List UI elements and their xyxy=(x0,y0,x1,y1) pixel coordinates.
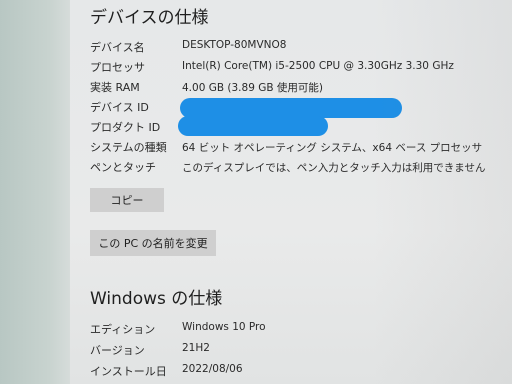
product-id-label: プロダクト ID xyxy=(90,121,161,134)
processor-label: プロセッサ xyxy=(90,61,145,74)
edition-value: Windows 10 Pro xyxy=(182,321,266,333)
side-background xyxy=(0,0,70,384)
device-spec-heading: デバイスの仕様 xyxy=(90,8,209,28)
pen-touch-label: ペンとタッチ xyxy=(90,161,156,174)
product-id-redaction xyxy=(178,116,328,136)
install-date-value: 2022/08/06 xyxy=(182,363,243,375)
processor-value: Intel(R) Core(TM) i5-2500 CPU @ 3.30GHz … xyxy=(182,60,454,72)
edition-label: エディション xyxy=(90,323,156,336)
ram-value: 4.00 GB (3.89 GB 使用可能) xyxy=(182,82,323,94)
device-name-value: DESKTOP-80MVNO8 xyxy=(182,39,287,51)
install-date-label: インストール日 xyxy=(90,365,167,378)
system-type-label: システムの種類 xyxy=(90,141,167,154)
version-value: 21H2 xyxy=(182,342,210,354)
system-type-value: 64 ビット オペレーティング システム、x64 ベース プロセッサ xyxy=(182,142,483,154)
device-id-redaction xyxy=(180,98,402,118)
rename-pc-button[interactable]: この PC の名前を変更 xyxy=(90,230,216,256)
version-label: バージョン xyxy=(90,344,145,357)
copy-button[interactable]: コピー xyxy=(90,188,164,212)
device-name-label: デバイス名 xyxy=(90,41,145,54)
windows-spec-heading: Windows の仕様 xyxy=(90,289,223,309)
pen-touch-value: このディスプレイでは、ペン入力とタッチ入力は利用できません xyxy=(182,162,486,174)
device-id-label: デバイス ID xyxy=(90,101,149,114)
ram-label: 実装 RAM xyxy=(90,81,140,94)
